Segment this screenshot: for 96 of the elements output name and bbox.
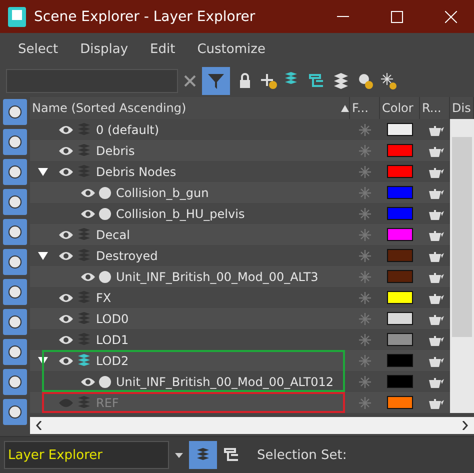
teapot-icon[interactable] [426,270,444,282]
layer-mode-button[interactable] [189,441,217,469]
eye-icon[interactable] [58,146,74,156]
minimize-icon [337,16,349,18]
column-header[interactable]: R... [420,97,450,119]
scroll-left-icon[interactable] [36,421,42,430]
layer-name[interactable]: 0 (default) [94,122,160,136]
layers-icon[interactable] [285,72,297,84]
color-swatch[interactable] [387,354,413,367]
clear-icon[interactable] [184,75,196,87]
teapot-icon[interactable] [426,354,444,366]
maximize-icon [391,10,403,22]
layer-name[interactable]: LOD0 [94,312,129,326]
scroll-right-icon[interactable] [462,421,468,430]
object-icon [99,270,111,282]
teapot-icon[interactable] [426,144,444,156]
teapot-icon[interactable] [426,166,444,178]
eye-icon[interactable] [58,334,74,344]
object-icon [99,208,111,220]
color-swatch[interactable] [387,207,413,220]
layer-name[interactable]: Destroyed [94,248,158,262]
layers-icon[interactable] [196,448,210,462]
teapot-icon[interactable] [426,292,444,304]
teapot-icon[interactable] [426,396,444,408]
eye-icon[interactable] [58,250,74,260]
add-layer-icon[interactable] [260,72,278,90]
filter-icon [207,72,225,90]
expand-arrow-icon[interactable] [38,356,48,364]
color-swatch[interactable] [387,312,413,325]
caret-icon[interactable] [175,452,183,458]
color-swatch[interactable] [387,228,413,241]
teapot-icon[interactable] [426,208,444,220]
layer-name[interactable]: FX [94,290,112,304]
teapot-icon[interactable] [426,124,444,136]
search-field[interactable] [6,69,178,93]
color-swatch[interactable] [387,291,413,304]
explorer-dropdown[interactable]: Layer Explorer [4,441,169,469]
stack-icon[interactable] [332,72,350,90]
eye-icon[interactable] [58,230,74,240]
teapot-icon[interactable] [426,250,444,262]
eye-icon[interactable] [58,166,74,176]
layer-name[interactable]: Debris [94,144,135,158]
color-swatch[interactable] [387,186,413,199]
eye-icon[interactable] [58,124,74,134]
sort-arrow-icon [341,104,349,112]
column-header[interactable]: Name (Sorted Ascending) [30,97,350,119]
vertical-scrollbar[interactable] [450,119,474,413]
layer-name[interactable]: LOD2 [94,354,129,368]
eye-icon[interactable] [80,272,96,282]
teapot-icon[interactable] [426,228,444,240]
hierarchy-icon[interactable] [308,72,326,90]
layer-name[interactable]: Collision_b_HU_pelvis [114,206,245,220]
menu-item[interactable]: Display [80,42,128,56]
color-swatch[interactable] [387,333,413,346]
teapot-icon[interactable] [426,376,444,388]
expand-arrow-icon[interactable] [38,252,48,260]
layer-name[interactable]: Collision_b_gun [114,186,209,200]
app-icon [8,6,26,26]
eye-icon[interactable] [80,376,96,386]
color-swatch[interactable] [387,375,413,388]
eye-icon[interactable] [58,314,74,324]
eye-icon[interactable] [58,356,74,366]
expand-arrow-icon[interactable] [38,168,48,176]
menu-item[interactable]: Edit [150,42,176,56]
layer-name[interactable]: LOD1 [94,332,129,346]
eye-icon[interactable] [58,292,74,302]
layer-name[interactable]: Unit_INF_British_00_Mod_00_ALT012 [114,374,334,388]
menu-item[interactable]: Select [18,42,58,56]
teapot-icon[interactable] [426,186,444,198]
column-header[interactable]: Dis [450,97,474,119]
object-icon [99,186,111,198]
freeze-icon[interactable] [380,72,398,90]
column-header[interactable]: F... [350,97,380,119]
color-swatch[interactable] [387,123,413,136]
horizontal-scrollbar[interactable] [30,417,474,434]
eye-icon[interactable] [80,208,96,218]
eye-icon[interactable] [80,188,96,198]
layer-name[interactable]: Debris Nodes [94,164,176,178]
column-header[interactable]: Color [380,97,420,119]
color-swatch[interactable] [387,270,413,283]
filter-button[interactable] [202,67,230,95]
color-swatch[interactable] [387,249,413,262]
menu-item[interactable]: Customize [197,42,266,56]
color-swatch[interactable] [387,165,413,178]
close-icon [445,10,457,22]
layer-name[interactable]: Decal [94,228,130,242]
teapot-icon[interactable] [426,334,444,346]
window-title: Scene Explorer - Layer Explorer [34,8,256,24]
selection-set-label: Selection Set: [257,448,347,462]
hierarchy-icon[interactable] [223,446,241,464]
color-swatch[interactable] [387,144,413,157]
teapot-icon[interactable] [426,312,444,324]
object-icon [99,376,111,388]
geometry-icon[interactable] [3,99,27,125]
layers-icon[interactable] [77,354,91,368]
color-swatch[interactable] [387,396,413,409]
